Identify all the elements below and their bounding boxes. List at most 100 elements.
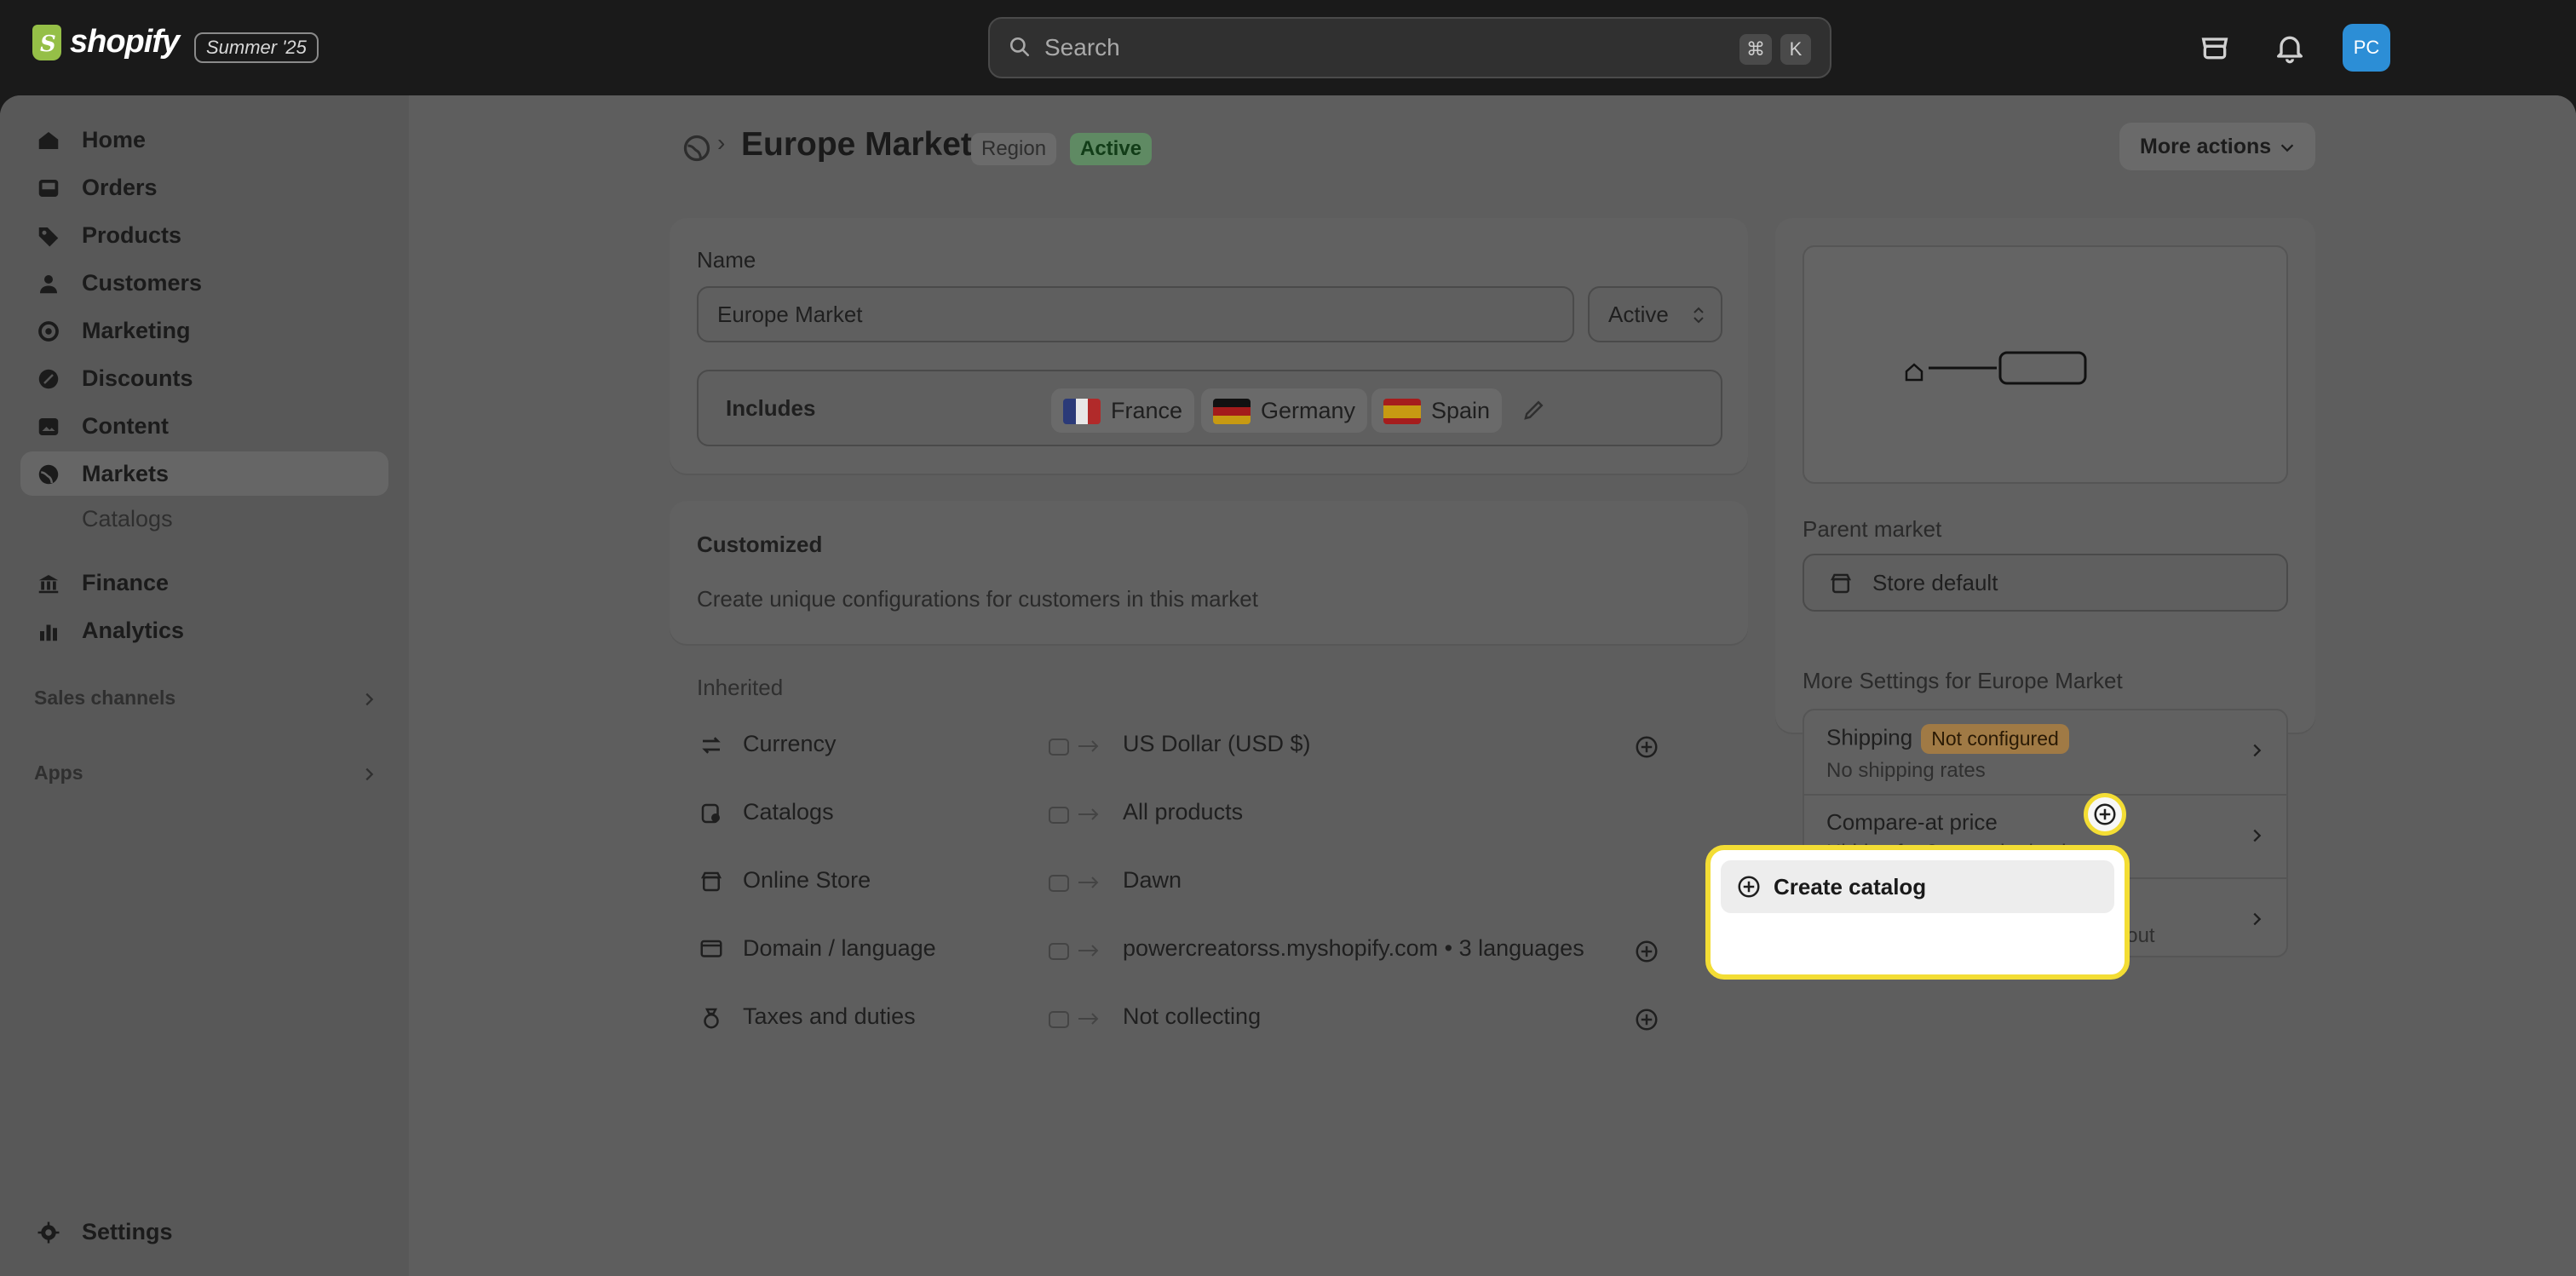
shortcut-k-key: K <box>1780 34 1811 65</box>
country-chip-germany[interactable]: Germany <box>1201 388 1368 433</box>
add-circle-icon[interactable] <box>1634 939 1659 964</box>
user-avatar[interactable]: PC <box>2343 24 2390 72</box>
sidebar-item-analytics[interactable]: Analytics <box>20 608 388 652</box>
chevron-right-icon <box>2253 829 2262 842</box>
select-arrows-icon <box>1693 307 1704 324</box>
sidebar-item-discounts[interactable]: Discounts <box>20 356 388 400</box>
row-label: Currency <box>743 731 837 756</box>
catalogs-add-button[interactable] <box>2084 793 2126 836</box>
spain-flag-icon <box>1383 399 1421 424</box>
chevron-right-icon[interactable] <box>359 690 378 709</box>
region-badge: Region <box>971 133 1057 165</box>
customized-description: Create unique configurations for custome… <box>697 586 1258 612</box>
row-label: Online Store <box>743 867 871 893</box>
row-value: powercreatorss.myshopify.com • 3 languag… <box>1123 935 1584 961</box>
inherited-row-catalogs[interactable]: Catalogs All products <box>699 789 1755 840</box>
hierarchy-connector-icon <box>1905 351 2087 385</box>
create-catalog-menu-item[interactable]: Create catalog <box>1721 860 2114 913</box>
store-icon[interactable] <box>2198 31 2232 65</box>
add-circle-icon <box>1738 876 1760 898</box>
inherited-row-taxes-duties[interactable]: Taxes and duties Not collecting <box>699 993 1755 1044</box>
search-placeholder: Search <box>1044 34 1120 60</box>
edit-pencil-icon[interactable] <box>1521 397 1547 422</box>
sidebar-item-customers[interactable]: Customers <box>20 261 388 305</box>
storefront-icon <box>700 871 722 892</box>
row-value: All products <box>1123 799 1244 825</box>
globe-icon <box>38 464 59 485</box>
parent-market-field[interactable]: Store default <box>1803 554 2288 612</box>
tag-icon <box>38 227 59 247</box>
inherited-row-currency[interactable]: Currency US Dollar (USD $) <box>699 721 1755 772</box>
status-select[interactable]: Active <box>1588 286 1722 342</box>
status-badge: Active <box>1070 133 1153 165</box>
store-arrow-icon <box>1049 943 1099 960</box>
name-label: Name <box>697 247 756 273</box>
store-arrow-icon <box>1049 739 1099 756</box>
sidebar-item-markets[interactable]: Markets <box>20 451 388 496</box>
gear-icon <box>37 1221 60 1244</box>
country-label: France <box>1111 397 1183 423</box>
settings-row-title: Shipping <box>1826 724 1913 750</box>
sidebar-item-finance[interactable]: Finance <box>20 560 388 605</box>
sidebar-item-products[interactable]: Products <box>20 213 388 257</box>
sidebar-item-content[interactable]: Content <box>20 404 388 448</box>
inbox-icon <box>38 180 59 197</box>
sidebar-section-sales-channels[interactable]: Sales channels <box>34 687 175 710</box>
market-name-input[interactable]: Europe Market <box>697 286 1574 342</box>
brand-name: shopify <box>70 24 180 60</box>
add-circle-icon[interactable] <box>1634 734 1659 760</box>
parent-market-label: Parent market <box>1803 516 1942 542</box>
store-icon <box>1830 573 1852 594</box>
sidebar-item-label: Finance <box>82 569 170 595</box>
shopify-logo[interactable]: shopify <box>32 24 180 60</box>
sidebar-item-label: Home <box>82 126 147 152</box>
sidebar-section-apps[interactable]: Apps <box>34 762 83 785</box>
france-flag-icon <box>1063 399 1101 424</box>
bank-icon <box>38 575 59 594</box>
country-chip-france[interactable]: France <box>1051 388 1195 433</box>
sidebar-item-marketing[interactable]: Marketing <box>20 308 388 353</box>
settings-row-shipping[interactable]: Shipping Not configured No shipping rates <box>1804 710 2286 792</box>
sidebar-item-label: Products <box>82 221 182 248</box>
page-title: Europe Market <box>741 126 972 163</box>
sidebar-item-settings[interactable]: Settings <box>20 1210 388 1254</box>
more-actions-button[interactable]: More actions <box>2119 123 2315 170</box>
country-label: Germany <box>1261 397 1356 423</box>
more-actions-label: More actions <box>2140 134 2272 158</box>
row-value: US Dollar (USD $) <box>1123 731 1311 756</box>
person-icon <box>40 275 57 294</box>
sidebar-subitem-catalogs[interactable]: Catalogs <box>82 506 173 532</box>
search-input[interactable]: Search ⌘ K <box>988 17 1831 78</box>
warning-badge: Not configured <box>1921 724 2069 754</box>
home-icon <box>38 132 59 149</box>
market-hierarchy-diagram <box>1803 245 2288 484</box>
sidebar-item-orders[interactable]: Orders <box>20 165 388 210</box>
status-select-value: Active <box>1608 301 1669 327</box>
sidebar-item-label: Settings <box>82 1218 173 1244</box>
bell-icon[interactable] <box>2273 31 2307 65</box>
sidebar-item-label: Analytics <box>82 617 185 643</box>
store-arrow-icon <box>1049 1011 1099 1028</box>
inherited-row-domain-language[interactable]: Domain / language powercreatorss.myshopi… <box>699 925 1755 976</box>
chevron-right-icon[interactable] <box>359 765 378 784</box>
inherited-row-online-store[interactable]: Online Store Dawn <box>699 857 1755 908</box>
edition-badge: Summer '25 <box>194 32 319 63</box>
top-bar: shopify Summer '25 Search ⌘ K PC <box>0 0 2576 95</box>
includes-label: Includes <box>726 394 816 421</box>
target-icon <box>38 321 59 342</box>
name-card: Name Europe Market Active Includes Franc… <box>670 218 1748 474</box>
shortcut-cmd-key: ⌘ <box>1739 34 1772 65</box>
add-circle-icon[interactable] <box>1634 1007 1659 1032</box>
sidebar: Home Orders Products Customers Marketing… <box>0 95 409 1276</box>
inherited-title: Inherited <box>697 675 784 700</box>
country-chip-spain[interactable]: Spain <box>1371 388 1503 433</box>
markets-breadcrumb-icon[interactable] <box>681 133 712 164</box>
sidebar-item-label: Orders <box>82 174 158 200</box>
create-catalog-label: Create catalog <box>1774 873 1927 900</box>
chevron-right-icon <box>2253 744 2262 757</box>
sidebar-item-home[interactable]: Home <box>20 118 388 162</box>
customized-card: Customized Create unique configurations … <box>670 501 1748 644</box>
sidebar-item-label: Customers <box>82 269 203 296</box>
includes-box: Includes France Germany Spain <box>697 370 1722 446</box>
currency-exchange-icon <box>702 737 721 754</box>
